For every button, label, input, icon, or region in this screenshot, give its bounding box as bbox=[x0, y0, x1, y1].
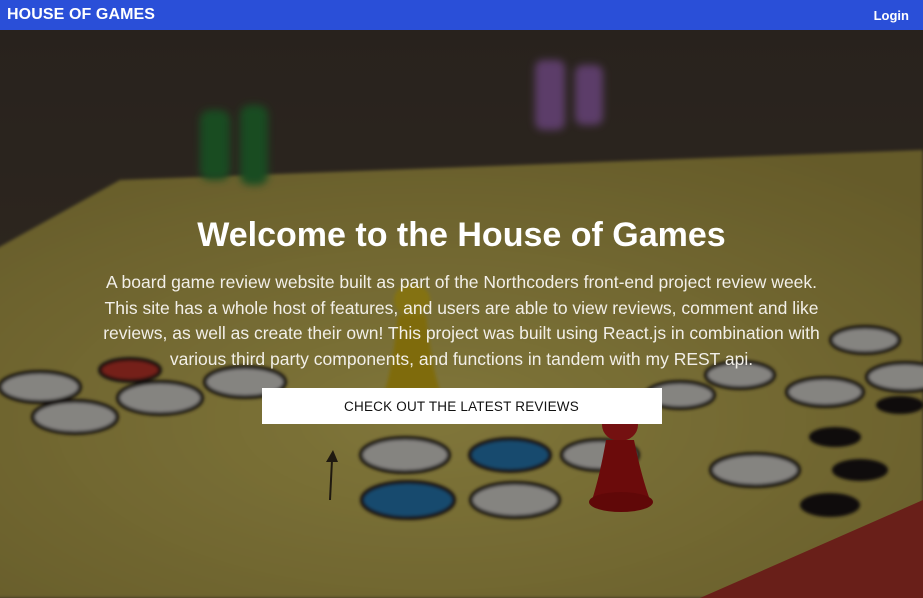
hero-title: Welcome to the House of Games bbox=[197, 216, 726, 254]
hero-section: Welcome to the House of Games A board ga… bbox=[0, 30, 923, 598]
login-link[interactable]: Login bbox=[874, 8, 909, 23]
brand-logo-text[interactable]: HOUSE OF GAMES bbox=[7, 6, 155, 24]
latest-reviews-button[interactable]: CHECK OUT THE LATEST REVIEWS bbox=[261, 388, 662, 424]
hero-description: A board game review website built as par… bbox=[103, 272, 820, 369]
navbar: HOUSE OF GAMES Login bbox=[0, 0, 923, 30]
hero-content: Welcome to the House of Games A board ga… bbox=[0, 30, 923, 598]
